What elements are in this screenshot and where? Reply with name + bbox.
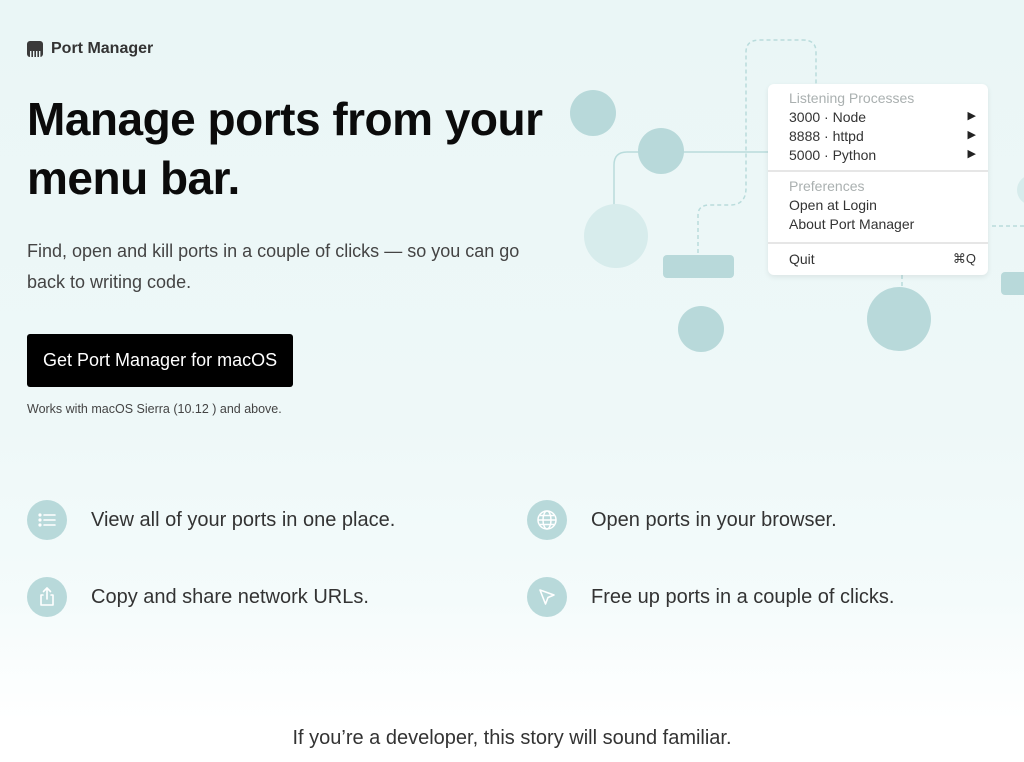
node-circle (638, 128, 684, 174)
feature-open-browser: Open ports in your browser. (527, 500, 837, 540)
feature-text: Open ports in your browser. (591, 508, 837, 531)
submenu-arrow-icon: ▶ (967, 110, 976, 122)
process-label: 3000 · Node (789, 109, 867, 125)
process-item-node[interactable]: 3000 · Node ▶ (789, 109, 976, 125)
hero-subtitle: Find, open and kill ports in a couple of… (27, 241, 520, 292)
node-circle (1017, 177, 1024, 203)
menu-separator (768, 170, 988, 172)
list-icon (27, 500, 67, 540)
feature-text: Copy and share network URLs. (91, 585, 369, 608)
menu-bar-dropdown: Listening Processes 3000 · Node ▶ 8888 ·… (768, 84, 988, 275)
feature-text: View all of your ports in one place. (91, 508, 396, 531)
menu-separator (768, 242, 988, 244)
process-item-python[interactable]: 5000 · Python ▶ (789, 147, 976, 163)
cursor-icon (527, 577, 567, 617)
download-button[interactable]: Get Port Manager for macOS (27, 334, 294, 387)
feature-free-ports: Free up ports in a couple of clicks. (527, 577, 894, 617)
globe-icon (527, 500, 567, 540)
node-circle (867, 287, 931, 351)
port-manager-logo-icon (27, 41, 43, 57)
process-label: 5000 · Python (789, 147, 877, 163)
process-label: 8888 · httpd (789, 128, 864, 144)
feature-text: Free up ports in a couple of clicks. (591, 585, 895, 608)
feature-share-urls: Copy and share network URLs. (27, 577, 369, 617)
preferences-header: Preferences (789, 178, 865, 194)
listening-processes-header: Listening Processes (789, 90, 915, 106)
open-at-login-item[interactable]: Open at Login (789, 197, 976, 213)
node-bar (663, 255, 734, 278)
process-item-httpd[interactable]: 8888 · httpd ▶ (789, 128, 976, 144)
menu-item-label: Quit (789, 251, 815, 267)
brand-name: Port Manager (51, 40, 154, 57)
quit-item[interactable]: Quit ⌘Q (789, 251, 976, 267)
menu-item-label: Open at Login (789, 197, 877, 213)
node-circle (570, 90, 616, 136)
compatibility-note: Works with macOS Sierra (10.12 ) and abo… (27, 402, 282, 416)
submenu-arrow-icon: ▶ (967, 129, 976, 141)
story-heading: If you’re a developer, this story will s… (292, 727, 732, 749)
node-circle (584, 204, 648, 268)
submenu-arrow-icon: ▶ (967, 148, 976, 160)
node-circle (678, 306, 724, 352)
share-icon (27, 577, 67, 617)
quit-shortcut: ⌘Q (952, 251, 976, 266)
menu-item-label: About Port Manager (789, 216, 915, 232)
hero-title: Manage ports from your menu bar. (27, 93, 543, 204)
about-item[interactable]: About Port Manager (789, 216, 976, 232)
feature-view-ports: View all of your ports in one place. (27, 500, 395, 540)
brand[interactable]: Port Manager (27, 40, 153, 58)
node-bar (1001, 272, 1024, 295)
